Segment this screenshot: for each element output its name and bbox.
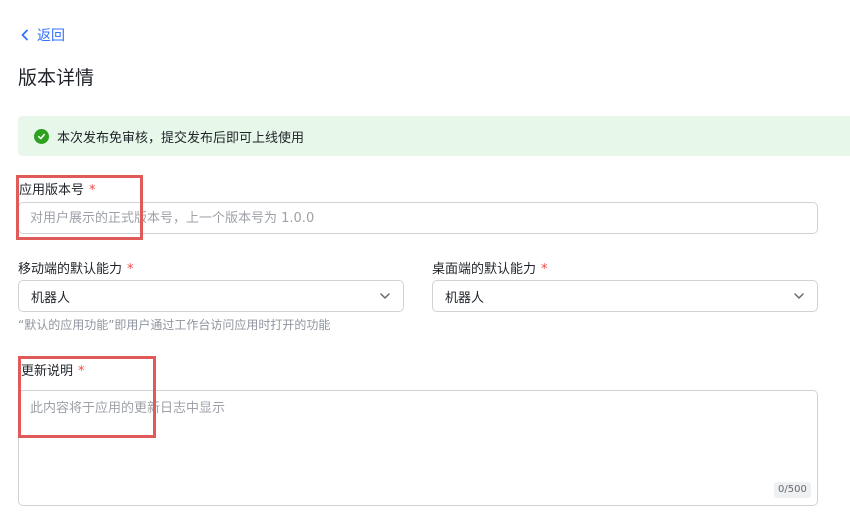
mobile-default-label: 移动端的默认能力 * — [18, 262, 134, 277]
info-banner: 本次发布免审核，提交发布后即可上线使用 — [18, 116, 850, 156]
desktop-default-label: 桌面端的默认能力 * — [432, 262, 548, 277]
required-mark: * — [78, 364, 85, 379]
mobile-default-select[interactable]: 机器人 — [18, 280, 404, 312]
check-circle-icon — [34, 128, 49, 144]
desktop-default-value: 机器人 — [445, 290, 485, 306]
default-capability-hint: “默认的应用功能”即用户通过工作台访问应用时打开的功能 — [18, 318, 331, 332]
mobile-default-value: 机器人 — [31, 290, 71, 306]
required-mark: * — [127, 262, 134, 277]
required-mark: * — [541, 262, 548, 277]
page-title: 版本详情 — [18, 67, 95, 89]
required-mark: * — [89, 183, 96, 198]
char-counter: 0/500 — [774, 482, 811, 498]
info-banner-text: 本次发布免审核，提交发布后即可上线使用 — [57, 130, 305, 146]
chevron-left-icon — [19, 29, 31, 41]
version-label: 应用版本号 * — [19, 183, 96, 198]
back-label: 返回 — [37, 28, 65, 44]
release-notes-textarea[interactable] — [18, 390, 818, 506]
desktop-default-select[interactable]: 机器人 — [432, 280, 818, 312]
back-link[interactable]: 返回 — [19, 24, 65, 46]
release-notes-label: 更新说明 * — [21, 364, 85, 379]
chevron-down-icon — [379, 290, 391, 302]
chevron-down-icon — [793, 290, 805, 302]
version-input[interactable] — [18, 202, 818, 234]
